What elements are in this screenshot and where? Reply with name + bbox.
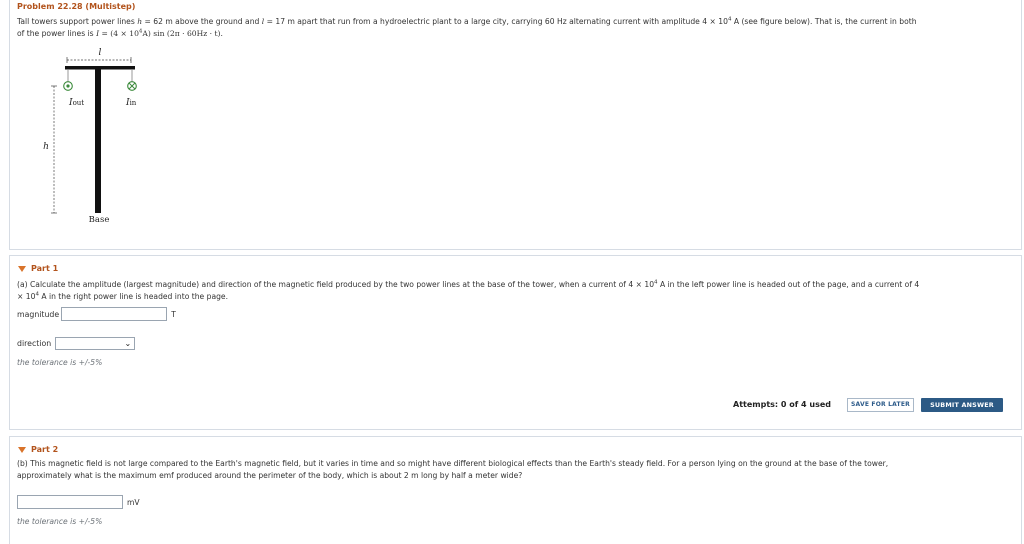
part-1-tolerance: the tolerance is +/-5% [17,358,103,367]
direction-row: direction ⌄ [17,337,136,350]
magnitude-input[interactable] [61,307,168,321]
direction-select[interactable]: ⌄ [55,337,136,350]
figure-label-h: h [43,142,49,152]
submit-answer-button[interactable]: SUBMIT ANSWER [921,398,1003,412]
problem-panel: Problem 22.28 (Multistep) Tall towers su… [9,0,1022,250]
emf-unit: mV [127,497,140,507]
emf-input[interactable] [17,495,123,509]
figure-label-base: Base [89,215,110,225]
magnitude-row: magnitude T [17,307,176,321]
save-for-later-button[interactable]: SAVE FOR LATER [847,398,914,412]
problem-line-2: of the power lines is I = (4 × 104A) sin… [17,28,223,38]
problem-statement: Tall towers support power lines h = 62 m… [17,16,1017,40]
tower-figure: l Iout Iin h Base [43,48,137,225]
direction-label: direction [17,339,52,348]
part-2-tolerance: the tolerance is +/-5% [17,517,103,526]
problem-title: Problem 22.28 (Multistep) [17,2,136,11]
part-1-header[interactable]: Part 1 [18,264,58,273]
part-2-answer-row: mV [17,495,140,509]
part-1-question: (a) Calculate the amplitude (largest mag… [17,279,920,301]
current-out-icon [63,81,73,91]
attempts-counter: Attempts: 0 of 4 used [733,400,831,409]
problem-line-1: Tall towers support power lines h = 62 m… [17,16,917,26]
figure-label-l: l [99,48,102,58]
magnitude-label: magnitude [17,309,60,319]
current-in-icon [127,81,137,91]
chevron-down-icon: ⌄ [124,339,132,348]
label-i-out: Iout [68,98,84,108]
part-2-header[interactable]: Part 2 [18,445,58,454]
part-2-panel: Part 2 (b) This magnetic field is not la… [9,436,1022,544]
expand-triangle-icon[interactable] [18,265,26,272]
tower-pole [95,68,101,213]
current-formula: (4 × 104A) sin (2π · 60Hz · t). [110,28,223,38]
label-i-in: Iin [125,98,137,108]
part-2-question: (b) This magnetic field is not large com… [17,459,889,480]
expand-triangle-icon[interactable] [18,446,26,453]
magnitude-unit: T [171,309,176,319]
part-1-panel: Part 1 (a) Calculate the amplitude (larg… [9,255,1022,430]
